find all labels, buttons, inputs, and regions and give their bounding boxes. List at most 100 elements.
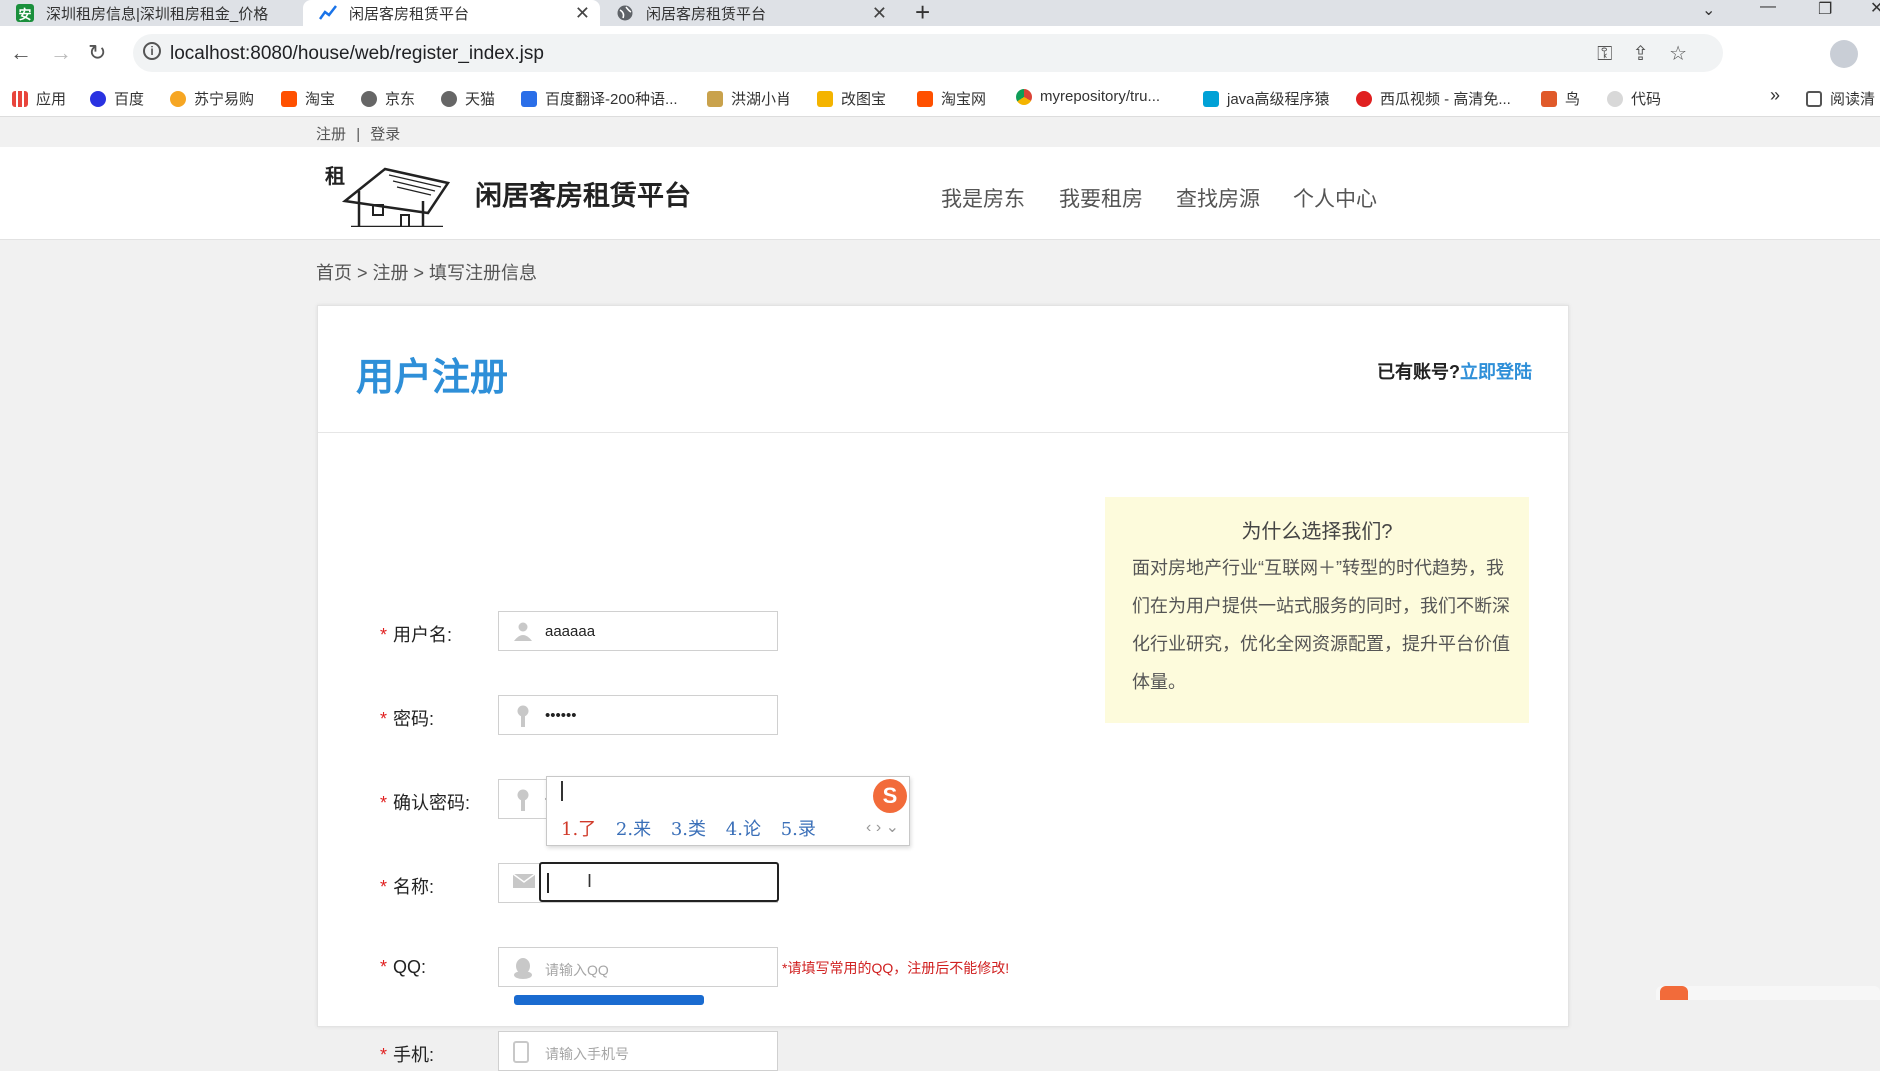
submit-button[interactable]: [514, 995, 704, 1005]
name-input[interactable]: I: [539, 862, 779, 902]
field-label: * 用户名:: [380, 621, 452, 647]
password-input[interactable]: ••••••: [498, 695, 778, 735]
reading-list-icon: [1806, 90, 1822, 107]
bookmark-xigua[interactable]: 西瓜视频 - 高清免...: [1356, 88, 1511, 109]
login-now-link[interactable]: 立即登陆: [1460, 362, 1532, 382]
minimize-icon[interactable]: —: [1760, 0, 1776, 16]
address-bar[interactable]: i localhost:8080/house/web/register_inde…: [133, 34, 1723, 72]
phone-input[interactable]: 请输入手机号: [498, 1031, 778, 1071]
close-tab-icon[interactable]: ✕: [872, 3, 887, 24]
taobao-icon: [281, 90, 297, 107]
key-icon[interactable]: ⚿: [1597, 43, 1632, 65]
register-link[interactable]: 注册: [316, 126, 346, 143]
label-text: 确认密码:: [393, 793, 471, 813]
globe-favicon-icon: [616, 4, 634, 22]
tab-title: 闲居客房租赁平台: [646, 5, 767, 23]
nav-landlord[interactable]: 我是房东: [941, 183, 1025, 213]
ime-candidate[interactable]: 4.论: [726, 819, 761, 840]
nav-rent[interactable]: 我要租房: [1059, 183, 1143, 213]
forward-icon[interactable]: →: [50, 40, 72, 66]
bookmark-tmall[interactable]: 天猫: [441, 88, 495, 109]
baidu-paw-icon: [90, 90, 106, 107]
bookmark-star-icon[interactable]: ☆: [1669, 43, 1707, 65]
ime-page-arrows-icon[interactable]: ‹ › ⌄: [866, 817, 899, 837]
bookmark-taobaowang[interactable]: 淘宝网: [917, 88, 986, 109]
bookmark-label: 淘宝网: [941, 91, 987, 108]
tab-3[interactable]: 闲居客房租赁平台 ✕: [600, 0, 897, 26]
user-icon: [513, 621, 533, 641]
taobao-icon: [917, 90, 933, 107]
bookmark-niao[interactable]: 鸟: [1541, 88, 1580, 109]
bookmark-label: 改图宝: [841, 91, 887, 108]
bookmark-label: 百度翻译-200种语...: [545, 91, 678, 108]
reading-list[interactable]: 阅读清: [1806, 88, 1875, 109]
browser-toolbar: ← → ↻ i localhost:8080/house/web/registe…: [0, 26, 1880, 82]
site-info-icon[interactable]: i: [143, 42, 161, 60]
field-label: * 确认密码:: [380, 789, 470, 815]
bookmark-daima[interactable]: 代码: [1607, 88, 1661, 109]
bookmark-honghu[interactable]: 洪湖小肖: [707, 88, 791, 109]
tab-1[interactable]: 安 深圳租房信息|深圳租房租金_价格: [0, 0, 300, 26]
xigua-play-icon: [1356, 90, 1372, 107]
ime-candidates: 1.了 2.来 3.类 4.论 5.录: [561, 815, 830, 841]
gaitubao-icon: [817, 90, 833, 107]
ime-candidate[interactable]: 5.录: [781, 819, 816, 840]
ime-candidate-popup: S 1.了 2.来 3.类 4.论 5.录 ‹ › ⌄: [546, 776, 910, 846]
login-link[interactable]: 登录: [370, 126, 400, 143]
url-text[interactable]: localhost:8080/house/web/register_index.…: [170, 43, 544, 65]
bookmark-baidu[interactable]: 百度: [90, 88, 144, 109]
bookmark-apps[interactable]: 应用: [12, 88, 66, 109]
form-row-password: * 密码: ••••••: [318, 695, 1118, 735]
code-icon: [1607, 90, 1623, 107]
tab-search-icon[interactable]: ⌄: [1702, 0, 1715, 20]
bookmark-baidu-fanyi[interactable]: 百度翻译-200种语...: [521, 88, 678, 109]
site-logo[interactable]: 租: [323, 161, 451, 229]
ime-candidate[interactable]: 1.了: [561, 819, 596, 840]
sogou-ime-icon: S: [873, 779, 907, 813]
bookmark-label: java高级程序猿: [1227, 91, 1330, 108]
tab-2[interactable]: 闲居客房租赁平台 ✕: [303, 0, 600, 26]
ime-candidate[interactable]: 3.类: [671, 819, 706, 840]
bookmark-label: 天猫: [465, 91, 496, 108]
close-window-icon[interactable]: ✕: [1870, 0, 1880, 18]
bookmark-taobao[interactable]: 淘宝: [281, 88, 335, 109]
bookmark-java[interactable]: java高级程序猿: [1203, 88, 1330, 109]
tab-title: 闲居客房租赁平台: [349, 5, 470, 23]
bookmark-suning[interactable]: 苏宁易购: [170, 88, 254, 109]
site-header: 租 闲居客房租赁平台 我是房东 我要租房 查找房源 个人中心: [0, 147, 1880, 240]
required-mark: *: [380, 877, 388, 897]
ime-candidate[interactable]: 2.来: [616, 819, 651, 840]
bookmark-myrepository[interactable]: myrepository/tru...: [1016, 88, 1160, 105]
close-tab-icon[interactable]: ✕: [575, 3, 590, 24]
has-account-text: 已有账号?: [1377, 362, 1460, 382]
back-icon[interactable]: ←: [10, 40, 32, 66]
restore-icon[interactable]: ❐: [1818, 0, 1832, 19]
chart-favicon-icon: [319, 4, 337, 22]
bookmarks-overflow-icon[interactable]: »: [1770, 85, 1780, 106]
qq-icon: [513, 957, 533, 979]
form-row-phone: * 手机: 请输入手机号: [318, 1031, 1118, 1071]
new-tab-button[interactable]: +: [915, 0, 930, 28]
qq-input[interactable]: 请输入QQ: [498, 947, 778, 987]
form-row-name: * 名称: I: [318, 862, 1118, 903]
username-input[interactable]: aaaaaa: [498, 611, 778, 651]
required-mark: *: [380, 625, 388, 645]
bookmark-jd[interactable]: 京东: [361, 88, 415, 109]
reload-icon[interactable]: ↻: [88, 40, 106, 66]
profile-avatar-icon[interactable]: [1830, 40, 1858, 68]
label-text: QQ:: [393, 957, 427, 977]
key-icon: [513, 789, 533, 811]
field-label: * 手机:: [380, 1041, 434, 1067]
nav-search-listings[interactable]: 查找房源: [1176, 183, 1260, 213]
bookmark-label: 苏宁易购: [194, 91, 255, 108]
qq-hint: *请填写常用的QQ，注册后不能修改!: [782, 960, 1010, 976]
translate-icon: [521, 90, 537, 107]
reading-list-label: 阅读清: [1830, 91, 1876, 108]
site-name: 闲居客房租赁平台: [475, 181, 691, 211]
sogou-tray-icon[interactable]: [1660, 986, 1688, 1000]
bookmarks-bar: 应用 百度 苏宁易购 淘宝 京东 天猫 百度翻译-200种语... 洪湖小肖 改…: [0, 82, 1880, 117]
bookmark-gaitubao[interactable]: 改图宝: [817, 88, 886, 109]
nav-personal-center[interactable]: 个人中心: [1293, 183, 1377, 213]
share-icon[interactable]: ⇪: [1632, 43, 1669, 65]
omnibox-actions: ⚿⇪☆: [1597, 41, 1707, 66]
